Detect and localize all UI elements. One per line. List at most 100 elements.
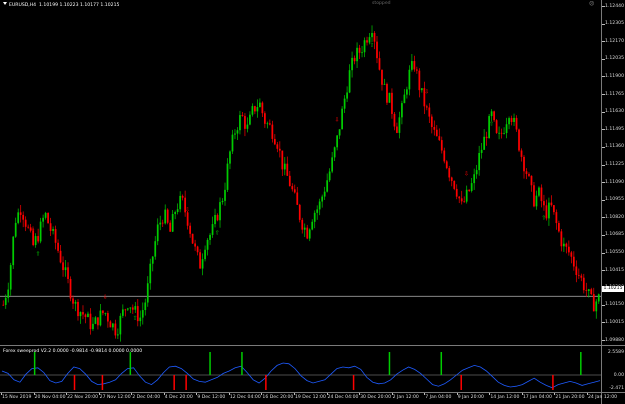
- indicator-sell-bar: [460, 375, 462, 390]
- time-label: 9 Dec 12:00: [197, 395, 226, 400]
- candle-body: [468, 189, 471, 191]
- candle-body: [558, 223, 560, 232]
- candle-body: [134, 306, 137, 310]
- candle-body: [229, 151, 231, 164]
- price-label: 1.12305: [605, 21, 624, 27]
- candle-body: [510, 118, 513, 122]
- candle-body: [318, 201, 321, 210]
- price-chart[interactable]: ⇧ ⇧ ⇧ ⇧ ⇧ ⇧ ⇩ ⇩ ⇩ ⇩ ⇩ ⇩: [0, 0, 601, 404]
- candle-body: [475, 170, 478, 175]
- candle-body: [438, 136, 441, 141]
- candle-body: [485, 136, 488, 139]
- candle-body: [303, 227, 306, 230]
- indicator-buy-bar: [33, 352, 36, 375]
- price-label: 1.12035: [605, 56, 624, 62]
- candle-body: [49, 223, 52, 231]
- candle-body: [199, 252, 201, 269]
- candle-body: [59, 250, 62, 263]
- candle-body: [582, 277, 585, 291]
- candle-body: [141, 310, 144, 318]
- candle-body: [308, 229, 311, 239]
- candle-body: [77, 301, 79, 317]
- buy-arrow-icon: ⇧: [369, 42, 374, 49]
- sell-arrow-icon: ⇩: [464, 171, 469, 178]
- candle-body: [333, 147, 336, 158]
- candle-body: [533, 185, 535, 207]
- candle-body: [585, 290, 588, 291]
- price-axis[interactable]: 1.12440 1.12305 1.12170 1.12035 1.11900 1.117…: [602, 0, 625, 404]
- time-label: 2 Dec 04:00: [132, 395, 161, 400]
- candle-body: [430, 116, 433, 128]
- candle-body: [131, 307, 134, 310]
- buy-arrow-icon: ⇧: [541, 214, 546, 221]
- candle-body: [495, 120, 498, 133]
- candle-body: [413, 61, 416, 70]
- time-label: 12 Dec 04:00: [229, 395, 261, 400]
- candle-body: [174, 212, 177, 215]
- candle-body: [398, 117, 401, 133]
- candle-body: [366, 40, 368, 43]
- candle-body: [216, 214, 219, 221]
- candle-body: [351, 57, 353, 71]
- time-label: 19 Dec 12:00: [294, 395, 326, 400]
- candle-body: [209, 234, 211, 240]
- candle-body: [520, 150, 523, 157]
- candle-body: [221, 200, 224, 203]
- candle-body: [17, 212, 20, 223]
- candle-body: [577, 274, 580, 276]
- candle-body: [27, 226, 30, 228]
- candle-body: [204, 249, 206, 260]
- price-label: 1.11225: [605, 162, 624, 168]
- candle-body: [403, 94, 406, 104]
- candle-body: [453, 180, 456, 189]
- candle-body: [39, 221, 42, 242]
- candle-body: [371, 33, 373, 38]
- smiley-icon: ☹: [589, 1, 595, 7]
- candle-body: [109, 321, 112, 328]
- candle-body: [331, 157, 334, 172]
- candle-body: [575, 266, 578, 275]
- candle-body: [12, 236, 15, 266]
- candle-body: [572, 256, 575, 267]
- candle-body: [553, 205, 555, 213]
- candle-body: [590, 289, 593, 295]
- candle-body: [84, 314, 87, 318]
- candle-body: [555, 212, 558, 224]
- indicator-axis-label: 2.5589: [607, 350, 624, 355]
- buy-arrow-icon: ⇧: [489, 120, 494, 127]
- candle-body: [224, 189, 226, 201]
- candle-body: [393, 113, 396, 127]
- sell-arrow-icon: ⇩: [335, 116, 340, 123]
- candle-body: [244, 116, 246, 129]
- candle-body: [341, 108, 343, 130]
- candle-body: [151, 256, 154, 264]
- candle-body: [249, 114, 251, 125]
- candle-body: [2, 304, 5, 306]
- candle-body: [440, 140, 443, 151]
- candle-body: [129, 307, 132, 309]
- price-label: 1.10150: [605, 302, 624, 308]
- time-axis[interactable]: 15 Nov 2019 20 Nov 04:00 22 Nov 20:00 27 No…: [0, 393, 617, 404]
- candle-body: [518, 129, 520, 151]
- dropdown-triangle-icon[interactable]: [3, 2, 7, 5]
- current-price-tag: 1.10215: [602, 286, 624, 292]
- candle-body: [226, 163, 229, 190]
- candle-body: [4, 297, 7, 305]
- candle-body: [570, 252, 573, 257]
- candle-body: [283, 163, 286, 170]
- candle-body: [156, 224, 159, 242]
- candle-body: [470, 183, 473, 191]
- pane-divider[interactable]: [0, 345, 625, 346]
- candle-body: [296, 192, 299, 205]
- indicator-sell-bar: [352, 375, 355, 390]
- expert-status: stopped: [372, 1, 391, 6]
- price-label: 1.12170: [605, 38, 624, 44]
- candle-body: [79, 312, 82, 317]
- candle-body: [246, 124, 249, 129]
- candle-body: [560, 231, 563, 247]
- candle-body: [540, 187, 543, 202]
- candle-body: [565, 243, 568, 247]
- candle-body: [92, 323, 94, 330]
- candle-body: [580, 275, 583, 278]
- candle-body: [450, 177, 453, 181]
